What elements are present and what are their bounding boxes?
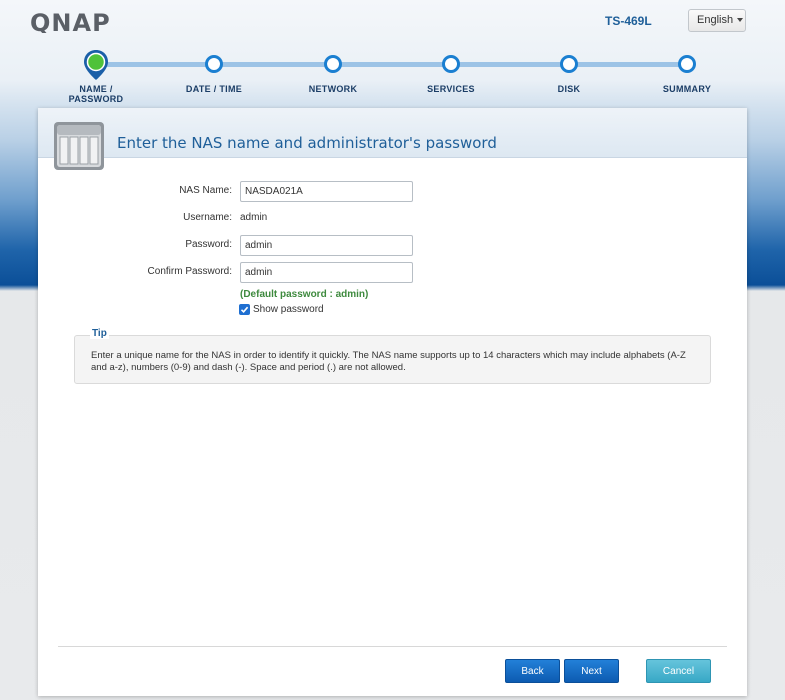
device-model: TS-469L [605, 14, 652, 28]
username-value: admin [240, 212, 268, 223]
default-password-note: (Default password : admin) [240, 289, 369, 300]
cancel-button[interactable]: Cancel [646, 659, 711, 683]
password-label: Password: [185, 239, 232, 250]
nas-name-input[interactable] [240, 181, 413, 202]
step-dot [205, 55, 223, 73]
svg-text:QNAP: QNAP [30, 11, 111, 33]
step-label: SUMMARY [662, 84, 712, 94]
tip-title: Tip [90, 328, 109, 339]
step-dot [324, 55, 342, 73]
show-password-toggle[interactable]: Show password [239, 304, 324, 315]
next-button[interactable]: Next [564, 659, 619, 683]
step-label: NETWORK [308, 84, 358, 94]
wizard-panel: Enter the NAS name and administrator's p… [38, 108, 747, 696]
wizard-progress-line [96, 62, 688, 67]
language-label: English [697, 14, 734, 26]
nas-name-row: NAS Name: [38, 181, 747, 203]
nas-name-label: NAS Name: [179, 185, 232, 196]
language-dropdown[interactable]: English [688, 9, 746, 32]
confirm-password-input[interactable] [240, 262, 413, 283]
tip-box: Tip Enter a unique name for the NAS in o… [74, 328, 711, 384]
step-dot [560, 55, 578, 73]
step-label: SERVICES [427, 84, 475, 94]
show-password-label: Show password [253, 304, 324, 315]
step-label: DATE / TIME [185, 84, 243, 94]
footer-divider [58, 646, 727, 647]
username-label: Username: [183, 212, 232, 223]
password-input[interactable] [240, 235, 413, 256]
step-label: NAME / PASSWORD [68, 84, 124, 104]
page-title: Enter the NAS name and administrator's p… [117, 134, 497, 152]
tip-text: Enter a unique name for the NAS in order… [91, 350, 686, 373]
confirm-password-label: Confirm Password: [147, 266, 232, 277]
checkmark-icon [240, 306, 249, 313]
qnap-logo: QNAP [30, 11, 111, 33]
step-dot [442, 55, 460, 73]
show-password-checkbox[interactable] [239, 304, 250, 315]
caret-down-icon [737, 18, 744, 23]
password-row: Password: [38, 235, 747, 257]
step-dot [678, 55, 696, 73]
username-row: Username: admin [38, 208, 747, 230]
step-label: DISK [557, 84, 581, 94]
back-button[interactable]: Back [505, 659, 560, 683]
location-pin-icon [84, 50, 108, 80]
confirm-password-row: Confirm Password: [38, 262, 747, 284]
nas-device-icon [54, 122, 104, 170]
